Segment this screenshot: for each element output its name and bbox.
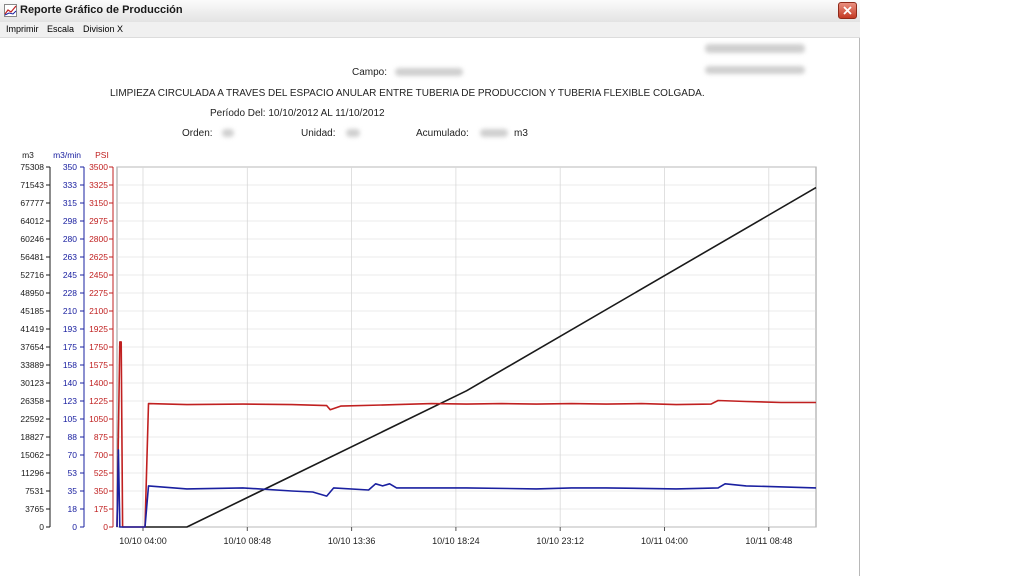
y-tick-label: 140 [63,378,77,388]
y-tick-label: 70 [68,450,78,460]
y-tick-label: 333 [63,180,77,190]
y-tick-label: 3150 [89,198,108,208]
y-axis-unit-label: PSI [95,150,109,160]
y-tick-label: 245 [63,270,77,280]
y-tick-label: 26358 [20,396,44,406]
y-tick-label: 2975 [89,216,108,226]
y-tick-label: 175 [94,504,108,514]
y-tick-label: 2100 [89,306,108,316]
y-tick-label: 1225 [89,396,108,406]
y-tick-label: 2450 [89,270,108,280]
y-tick-label: 263 [63,252,77,262]
y-tick-label: 2625 [89,252,108,262]
y-tick-label: 67777 [20,198,44,208]
y-tick-label: 41419 [20,324,44,334]
production-chart: 10/10 04:00 10/10 08:48 10/10 13:36 10/10 1… [20,150,817,546]
y-tick-label: 18 [68,504,78,514]
y-tick-label: 700 [94,450,108,460]
y-tick-label: 0 [72,522,77,532]
y-axis-unit-label: m3/min [53,150,81,160]
y-tick-label: 1050 [89,414,108,424]
x-tick-label: 10/10 04:00 [119,536,167,546]
y-tick-label: 298 [63,216,77,226]
y-tick-label: 3500 [89,162,108,172]
y-tick-label: 48950 [20,288,44,298]
y-tick-label: 88 [68,432,78,442]
x-tick-label: 10/10 13:36 [328,536,376,546]
y-tick-label: 18827 [20,432,44,442]
x-tick-label: 10/11 08:48 [745,536,792,546]
y-tick-label: 37654 [20,342,44,352]
x-tick-label: 10/10 18:24 [432,536,480,546]
y-tick-label: 105 [63,414,77,424]
y-tick-label: 210 [63,306,77,316]
y-tick-label: 158 [63,360,77,370]
y-tick-label: 2275 [89,288,108,298]
y-tick-label: 2800 [89,234,108,244]
y-tick-label: 875 [94,432,108,442]
y-tick-label: 33889 [20,360,44,370]
y-axis-unit-label: m3 [22,150,34,160]
y-tick-label: 64012 [20,216,44,226]
y-tick-label: 11296 [21,468,44,478]
y-tick-label: 0 [103,522,108,532]
y-tick-label: 0 [39,522,44,532]
y-tick-label: 1750 [89,342,108,352]
y-tick-label: 350 [94,486,108,496]
y-tick-label: 525 [94,468,108,478]
report-window: Reporte Gráfico de Producción Imprimir E… [0,0,860,576]
y-tick-label: 228 [63,288,77,298]
y-tick-label: 315 [63,198,77,208]
y-tick-label: 1575 [89,360,108,370]
y-tick-label: 193 [63,324,77,334]
y-tick-label: 1400 [89,378,108,388]
y-tick-label: 53 [68,468,78,478]
y-tick-label: 35 [68,486,78,496]
y-tick-label: 71543 [20,180,44,190]
y-tick-label: 175 [63,342,77,352]
x-tick-label: 10/10 23:12 [536,536,584,546]
x-tick-label: 10/10 08:48 [224,536,272,546]
y-tick-label: 1925 [89,324,108,334]
y-tick-label: 45185 [20,306,44,316]
y-tick-label: 3765 [25,504,44,514]
y-tick-label: 123 [63,396,77,406]
y-tick-label: 56481 [20,252,44,262]
y-tick-label: 75308 [20,162,44,172]
x-tick-label: 10/11 04:00 [641,536,688,546]
y-tick-label: 350 [63,162,77,172]
y-tick-label: 7531 [25,486,44,496]
y-tick-label: 60246 [20,234,44,244]
y-tick-label: 15062 [20,450,44,460]
y-tick-label: 280 [63,234,77,244]
y-tick-label: 52716 [20,270,44,280]
y-tick-label: 3325 [89,180,108,190]
y-tick-label: 22592 [20,414,44,424]
y-tick-label: 30123 [20,378,44,388]
